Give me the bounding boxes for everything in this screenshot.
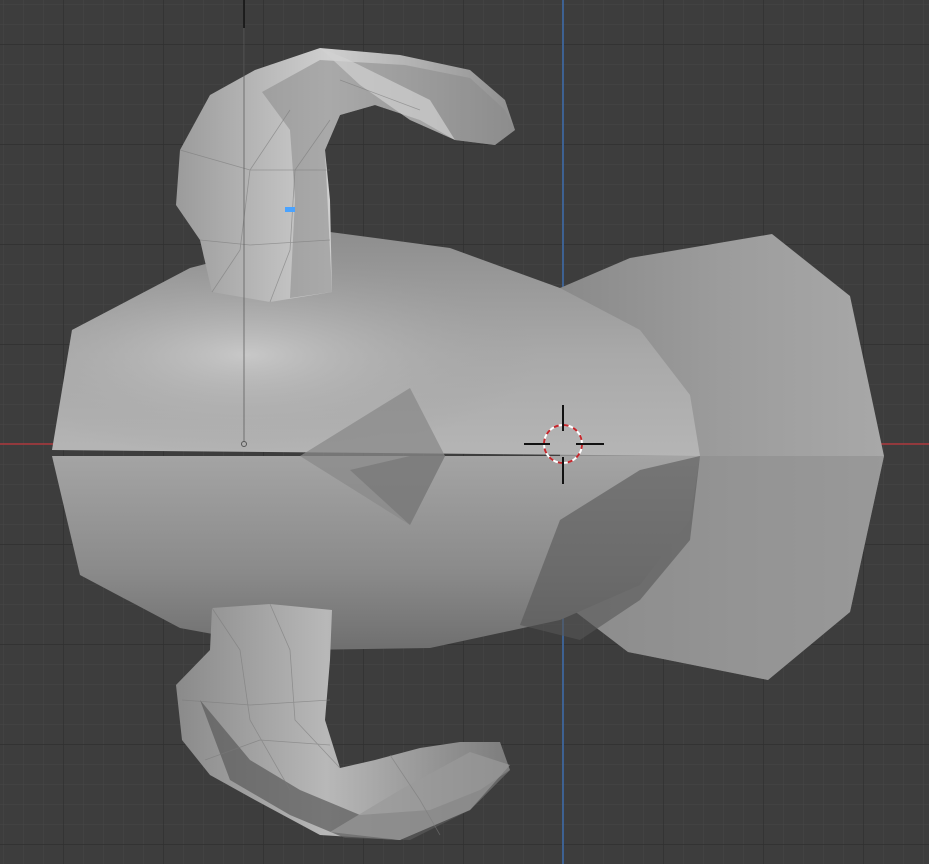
selected-vertex[interactable] — [285, 207, 295, 212]
viewport-canvas[interactable] — [0, 0, 929, 864]
3d-viewport[interactable] — [0, 0, 929, 864]
